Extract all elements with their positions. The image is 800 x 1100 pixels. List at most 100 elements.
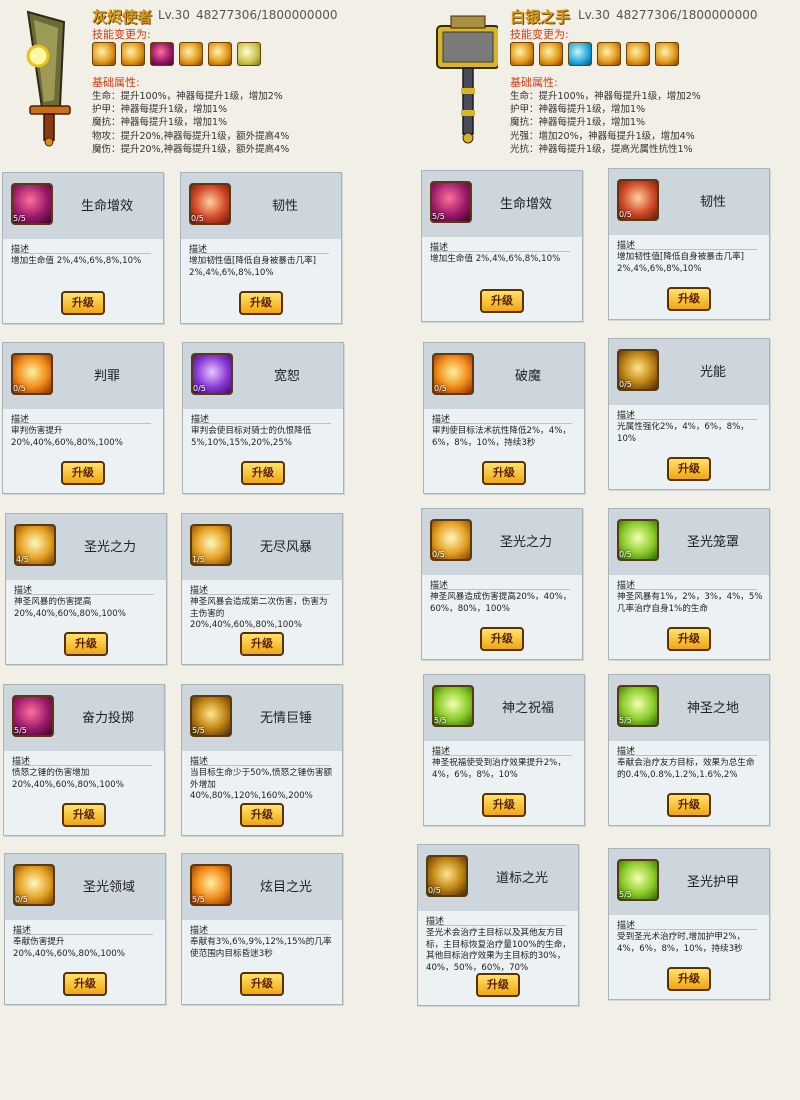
upgrade-button[interactable]: 升级: [241, 461, 285, 485]
skill-name: 神圣之地: [686, 701, 739, 716]
sword-icon: [26, 10, 71, 147]
skill-description: 增加韧性值[降低自身被暴击几率] 2%,4%,6%,8%,10%: [617, 252, 745, 274]
attribute-line: 光强：增加20%，神器每提升1级，增加4%: [510, 130, 695, 142]
skill-icon: [179, 42, 203, 66]
skill-level: 5/5: [13, 214, 26, 223]
upgrade-button[interactable]: 升级: [667, 627, 711, 651]
divider: [617, 419, 757, 420]
base-attr-label: 基础属性:: [510, 76, 558, 89]
upgrade-button[interactable]: 升级: [667, 793, 711, 817]
skill-card: 5/5 生命增效 描述 增加生命值 2%,4%,6%,8%,10% 升级: [2, 172, 164, 324]
divider: [190, 934, 330, 935]
skill-level: 0/5: [434, 384, 447, 393]
skill-level: 0/5: [619, 210, 632, 219]
divider: [617, 929, 757, 930]
skill-icon: [92, 42, 116, 66]
divider: [432, 755, 572, 756]
skill-icon: [150, 42, 174, 66]
skill-name: 奋力投掷: [81, 711, 134, 726]
divider: [617, 755, 757, 756]
skill-icon: [510, 42, 534, 66]
skill-card: 0/5 宽恕 描述 审判会使目标对骑士的仇恨降低5%,10%,15%,20%,25% 升…: [182, 342, 344, 494]
skill-card: 0/5 圣光之力 描述 神圣风暴造成伤害提高20%，40%，60%，80%，100% 升…: [421, 508, 583, 660]
attribute-line: 魔伤：提升20%,神器每提升1级，额外提高4%: [92, 143, 290, 155]
skill-name: 生命增效: [499, 197, 552, 212]
skill-card: 5/5 圣光护甲 描述 受到圣光术治疗时,增加护甲2%，4%，6%，8%，10%，持续…: [608, 848, 770, 1000]
upgrade-button[interactable]: 升级: [482, 793, 526, 817]
skill-level: 0/5: [193, 384, 206, 393]
skill-icon: [568, 42, 592, 66]
upgrade-button[interactable]: 升级: [667, 287, 711, 311]
skill-name: 神之祝福: [501, 701, 554, 716]
skill-level: 0/5: [13, 384, 26, 393]
attribute-line: 魔抗：神器每提升1级，增加1%: [510, 117, 646, 129]
skill-name: 韧性: [699, 195, 726, 210]
skill-icon: [208, 42, 232, 66]
weapon-level: Lv.30: [578, 8, 610, 22]
divider: [426, 925, 566, 926]
skill-level: 0/5: [619, 380, 632, 389]
upgrade-button[interactable]: 升级: [240, 972, 284, 996]
upgrade-button[interactable]: 升级: [667, 967, 711, 991]
skill-card: 4/5 圣光之力 描述 神圣风暴的伤害提高20%,40%,60%,80%,100% 升级: [5, 513, 167, 665]
upgrade-button[interactable]: 升级: [476, 973, 520, 997]
skill-card: 5/5 神之祝福 描述 神圣祝福使受到治疗效果提升2%，4%，6%，8%，10% 升级: [423, 674, 585, 826]
skill-icon-row: [92, 42, 261, 66]
skill-level: 5/5: [432, 212, 445, 221]
skill-card: 0/5 圣光领域 描述 奉献伤害提升20%,40%,60%,80%,100% 升级: [4, 853, 166, 1005]
weapon-panel-silver-hand: 白银之手 Lv.30 48277306/1800000000 技能变更为: 基础…: [420, 0, 800, 160]
upgrade-button[interactable]: 升级: [62, 803, 106, 827]
attribute-line: 光抗：神器每提升1级，提高光属性抗性1%: [510, 143, 693, 155]
skill-description: 受到圣光术治疗时,增加护甲2%，4%，6%，8%，10%，持续3秒: [617, 932, 746, 954]
skill-name: 生命增效: [80, 199, 133, 214]
skill-icon: [539, 42, 563, 66]
skill-icon: [237, 42, 261, 66]
skill-level: 5/5: [619, 890, 632, 899]
divider: [617, 249, 757, 250]
skill-card: 0/5 韧性 描述 增加韧性值[降低自身被暴击几率] 2%,4%,6%,8%,10% 升…: [180, 172, 342, 324]
skill-name: 判罪: [93, 369, 120, 384]
upgrade-button[interactable]: 升级: [239, 291, 283, 315]
skill-change-label: 技能变更为:: [92, 28, 151, 41]
divider: [189, 253, 329, 254]
divider: [190, 765, 330, 766]
upgrade-button[interactable]: 升级: [61, 291, 105, 315]
upgrade-button[interactable]: 升级: [240, 632, 284, 656]
skill-name: 韧性: [271, 199, 298, 214]
skill-name: 宽恕: [273, 369, 300, 384]
skill-name: 炫目之光: [259, 880, 312, 895]
skill-change-label: 技能变更为:: [510, 28, 569, 41]
divider: [11, 423, 151, 424]
weapon-level: Lv.30: [158, 8, 190, 22]
skill-name: 破魔: [514, 369, 541, 384]
skill-description: 神圣风暴有1%，2%，3%，4%，5%几率治疗自身1%的生命: [617, 592, 763, 614]
skill-card: 1/5 无尽风暴 描述 神圣风暴会造成第二次伤害，伤害为主伤害的20%,40%,60%…: [181, 513, 343, 665]
weapon-title: 白银之手: [510, 8, 571, 26]
divider: [12, 765, 152, 766]
upgrade-button[interactable]: 升级: [482, 461, 526, 485]
skill-icon: [626, 42, 650, 66]
skill-level: 0/5: [428, 886, 441, 895]
divider: [191, 423, 331, 424]
upgrade-button[interactable]: 升级: [480, 627, 524, 651]
skill-card: 5/5 生命增效 描述 增加生命值 2%,4%,6%,8%,10% 升级: [421, 170, 583, 322]
skill-level: 0/5: [191, 214, 204, 223]
upgrade-button[interactable]: 升级: [667, 457, 711, 481]
upgrade-button[interactable]: 升级: [63, 972, 107, 996]
skill-level: 4/5: [16, 555, 29, 564]
upgrade-button[interactable]: 升级: [64, 632, 108, 656]
upgrade-button[interactable]: 升级: [480, 289, 524, 313]
divider: [190, 594, 330, 595]
upgrade-button[interactable]: 升级: [61, 461, 105, 485]
skill-name: 圣光笼罩: [686, 535, 739, 550]
divider: [14, 594, 154, 595]
skill-icon-row: [510, 42, 679, 66]
skill-name: 无尽风暴: [259, 540, 312, 555]
attribute-list: 生命：提升100%，神器每提升1级，增加2% 护甲：神器每提升1级，增加1% 魔…: [92, 90, 289, 156]
skill-description: 奉献伤害提升20%,40%,60%,80%,100%: [13, 937, 125, 959]
upgrade-button[interactable]: 升级: [240, 803, 284, 827]
attribute-line: 护甲：神器每提升1级，增加1%: [92, 104, 228, 116]
skill-card: 5/5 无情巨锤 描述 当目标生命少于50%,愤怒之锤伤害额外增加40%,80%,12…: [181, 684, 343, 836]
skill-name: 光能: [699, 365, 726, 380]
skill-description: 神圣风暴会造成第二次伤害，伤害为主伤害的20%,40%,60%,80%,100%: [190, 597, 328, 630]
